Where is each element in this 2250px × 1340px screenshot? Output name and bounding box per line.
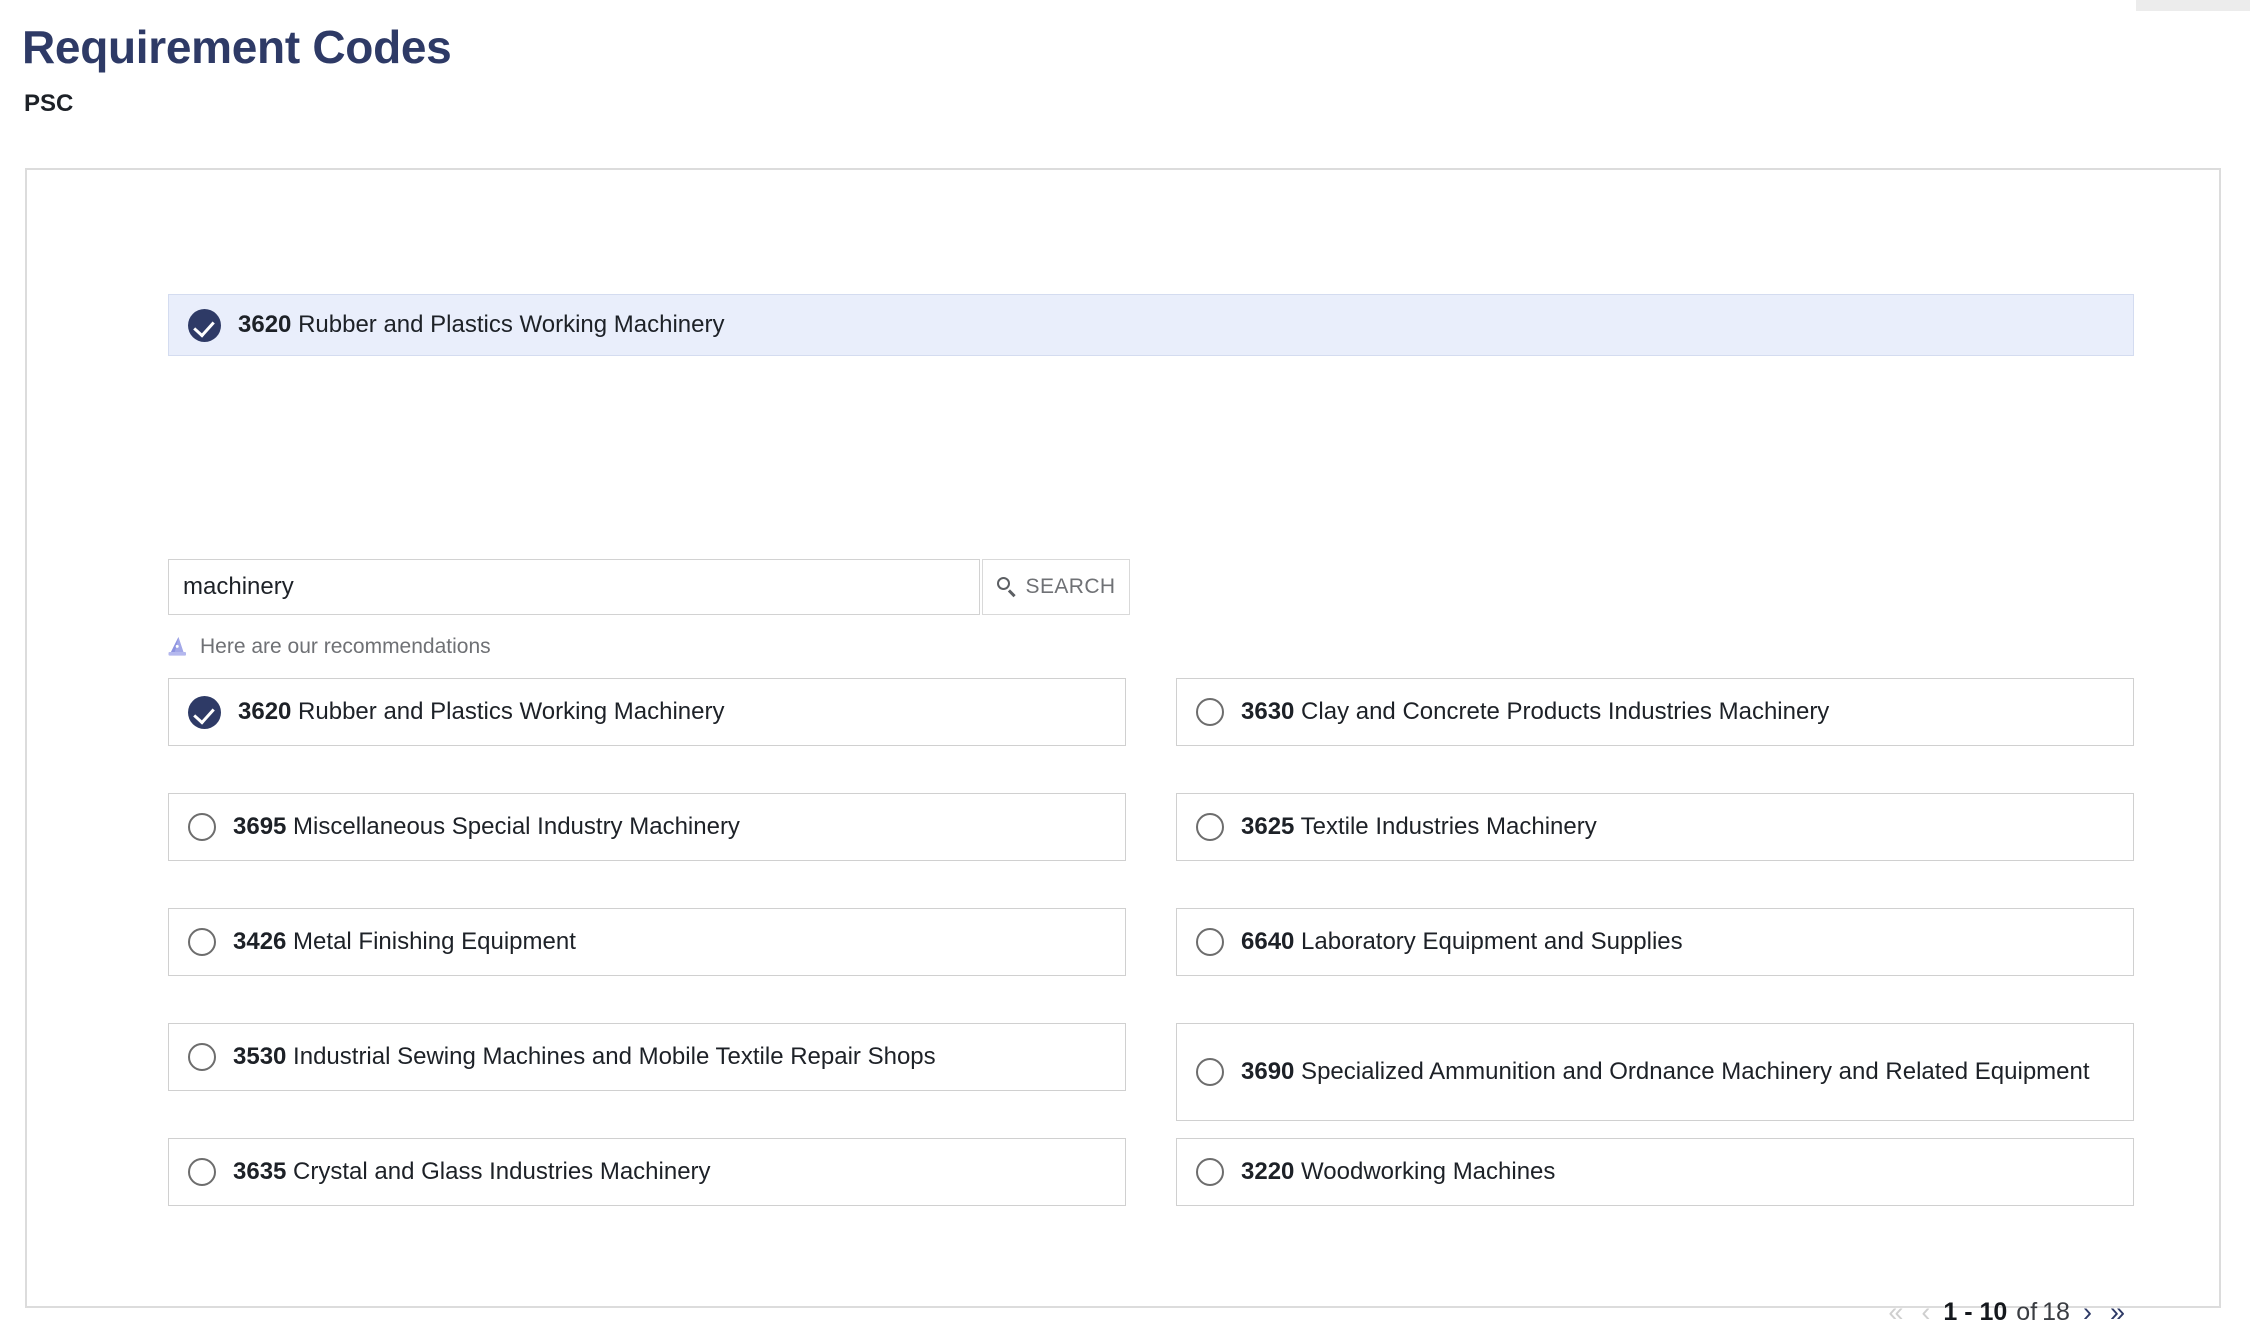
- option-card-3530[interactable]: 3530 Industrial Sewing Machines and Mobi…: [168, 1023, 1126, 1091]
- radio-circle-icon[interactable]: [1196, 928, 1224, 956]
- check-circle-icon: [188, 308, 221, 342]
- option-cell: 3630 Clay and Concrete Products Industri…: [1176, 678, 2134, 793]
- search-icon: [996, 577, 1017, 597]
- radio-circle-icon[interactable]: [188, 928, 216, 956]
- option-text: 6640 Laboratory Equipment and Supplies: [1241, 926, 1683, 959]
- option-label: Clay and Concrete Products Industries Ma…: [1294, 697, 1830, 725]
- radio-circle-icon[interactable]: [1196, 698, 1224, 726]
- radio-circle-icon[interactable]: [188, 1158, 216, 1186]
- search-row: SEARCH: [168, 559, 1130, 615]
- search-button-label: SEARCH: [1025, 575, 1116, 598]
- option-text: 3625 Textile Industries Machinery: [1241, 811, 1597, 844]
- option-text: 3426 Metal Finishing Equipment: [233, 926, 576, 959]
- pagination-range: 1 - 10: [1943, 1298, 2008, 1326]
- pagination-next-button[interactable]: ›: [2074, 1299, 2101, 1326]
- option-code: 3530: [233, 1042, 287, 1070]
- option-card-3695[interactable]: 3695 Miscellaneous Special Industry Mach…: [168, 793, 1126, 861]
- option-card-3630[interactable]: 3630 Clay and Concrete Products Industri…: [1176, 678, 2134, 746]
- recommendation-hint-text: Here are our recommendations: [200, 635, 491, 658]
- option-cell: 6640 Laboratory Equipment and Supplies: [1176, 908, 2134, 1023]
- option-text: 3690 Specialized Ammunition and Ordnance…: [1241, 1056, 2090, 1089]
- option-card-3625[interactable]: 3625 Textile Industries Machinery: [1176, 793, 2134, 861]
- option-text: 3530 Industrial Sewing Machines and Mobi…: [233, 1041, 936, 1074]
- option-label: Rubber and Plastics Working Machinery: [291, 697, 725, 725]
- check-circle-icon[interactable]: [188, 695, 221, 729]
- option-card-3690[interactable]: 3690 Specialized Ammunition and Ordnance…: [1176, 1023, 2134, 1121]
- radio-circle-icon[interactable]: [188, 813, 216, 841]
- option-text: 3620 Rubber and Plastics Working Machine…: [238, 696, 724, 729]
- pagination-first-button[interactable]: «: [1879, 1299, 1912, 1326]
- page-title: Requirement Codes: [22, 21, 452, 73]
- option-text: 3695 Miscellaneous Special Industry Mach…: [233, 811, 740, 844]
- option-label: Laboratory Equipment and Supplies: [1294, 927, 1683, 955]
- option-label: Woodworking Machines: [1294, 1157, 1556, 1185]
- pagination-prev-button[interactable]: ‹: [1912, 1299, 1939, 1326]
- option-label: Textile Industries Machinery: [1294, 812, 1597, 840]
- option-text: 3635 Crystal and Glass Industries Machin…: [233, 1156, 711, 1189]
- option-code: 3220: [1241, 1157, 1295, 1185]
- option-text: 3220 Woodworking Machines: [1241, 1156, 1555, 1189]
- search-button[interactable]: SEARCH: [982, 559, 1130, 615]
- option-cell: 3220 Woodworking Machines: [1176, 1138, 2134, 1253]
- option-cell: 3620 Rubber and Plastics Working Machine…: [168, 678, 1126, 793]
- radio-circle-icon[interactable]: [1196, 1158, 1224, 1186]
- recommendation-hint: Here are our recommendations: [164, 634, 491, 660]
- option-code: 3426: [233, 927, 287, 955]
- radio-circle-icon[interactable]: [1196, 1058, 1224, 1086]
- selected-code-label: Rubber and Plastics Working Machinery: [298, 311, 725, 338]
- option-cell: 3635 Crystal and Glass Industries Machin…: [168, 1138, 1126, 1253]
- option-text: 3630 Clay and Concrete Products Industri…: [1241, 696, 1829, 729]
- option-label: Metal Finishing Equipment: [286, 927, 576, 955]
- option-card-3635[interactable]: 3635 Crystal and Glass Industries Machin…: [168, 1138, 1126, 1206]
- option-card-3426[interactable]: 3426 Metal Finishing Equipment: [168, 908, 1126, 976]
- radio-circle-icon[interactable]: [188, 1043, 216, 1071]
- option-card-3220[interactable]: 3220 Woodworking Machines: [1176, 1138, 2134, 1206]
- option-cell: 3695 Miscellaneous Special Industry Mach…: [168, 793, 1126, 908]
- option-code: 3620: [238, 697, 292, 725]
- option-code: 3635: [233, 1157, 287, 1185]
- selected-code-number: 3620: [238, 311, 292, 338]
- option-code: 3690: [1241, 1057, 1295, 1085]
- option-label: Specialized Ammunition and Ordnance Mach…: [1294, 1057, 2090, 1085]
- option-label: Miscellaneous Special Industry Machinery: [286, 812, 740, 840]
- search-input[interactable]: [168, 559, 980, 615]
- pagination-last-button[interactable]: »: [2101, 1299, 2134, 1326]
- option-code: 3695: [233, 812, 287, 840]
- option-card-3620[interactable]: 3620 Rubber and Plastics Working Machine…: [168, 678, 1126, 746]
- requirement-codes-panel: 3620 Rubber and Plastics Working Machine…: [25, 168, 2221, 1326]
- option-label: Industrial Sewing Machines and Mobile Te…: [286, 1042, 936, 1070]
- radio-circle-icon[interactable]: [1196, 813, 1224, 841]
- pagination: « ‹ 1 - 10 of 18 › »: [27, 1298, 2134, 1327]
- selected-code-banner[interactable]: 3620 Rubber and Plastics Working Machine…: [168, 294, 2134, 356]
- option-cell: 3530 Industrial Sewing Machines and Mobi…: [168, 1023, 1126, 1138]
- selected-code-text: 3620 Rubber and Plastics Working Machine…: [238, 311, 724, 339]
- wizard-hat-icon: [168, 637, 186, 656]
- option-label: Crystal and Glass Industries Machinery: [286, 1157, 711, 1185]
- option-code: 6640: [1241, 927, 1295, 955]
- pagination-total: 18: [2042, 1298, 2070, 1326]
- pagination-of-label: of: [2016, 1298, 2038, 1326]
- recommended-options-grid: 3620 Rubber and Plastics Working Machine…: [168, 678, 2134, 1253]
- option-cell: 3690 Specialized Ammunition and Ordnance…: [1176, 1023, 2134, 1138]
- section-label-psc: PSC: [24, 89, 74, 117]
- option-card-6640[interactable]: 6640 Laboratory Equipment and Supplies: [1176, 908, 2134, 976]
- option-cell: 3426 Metal Finishing Equipment: [168, 908, 1126, 1023]
- option-cell: 3625 Textile Industries Machinery: [1176, 793, 2134, 908]
- scrollbar-strip: [2136, 0, 2250, 11]
- option-code: 3625: [1241, 812, 1295, 840]
- option-code: 3630: [1241, 697, 1295, 725]
